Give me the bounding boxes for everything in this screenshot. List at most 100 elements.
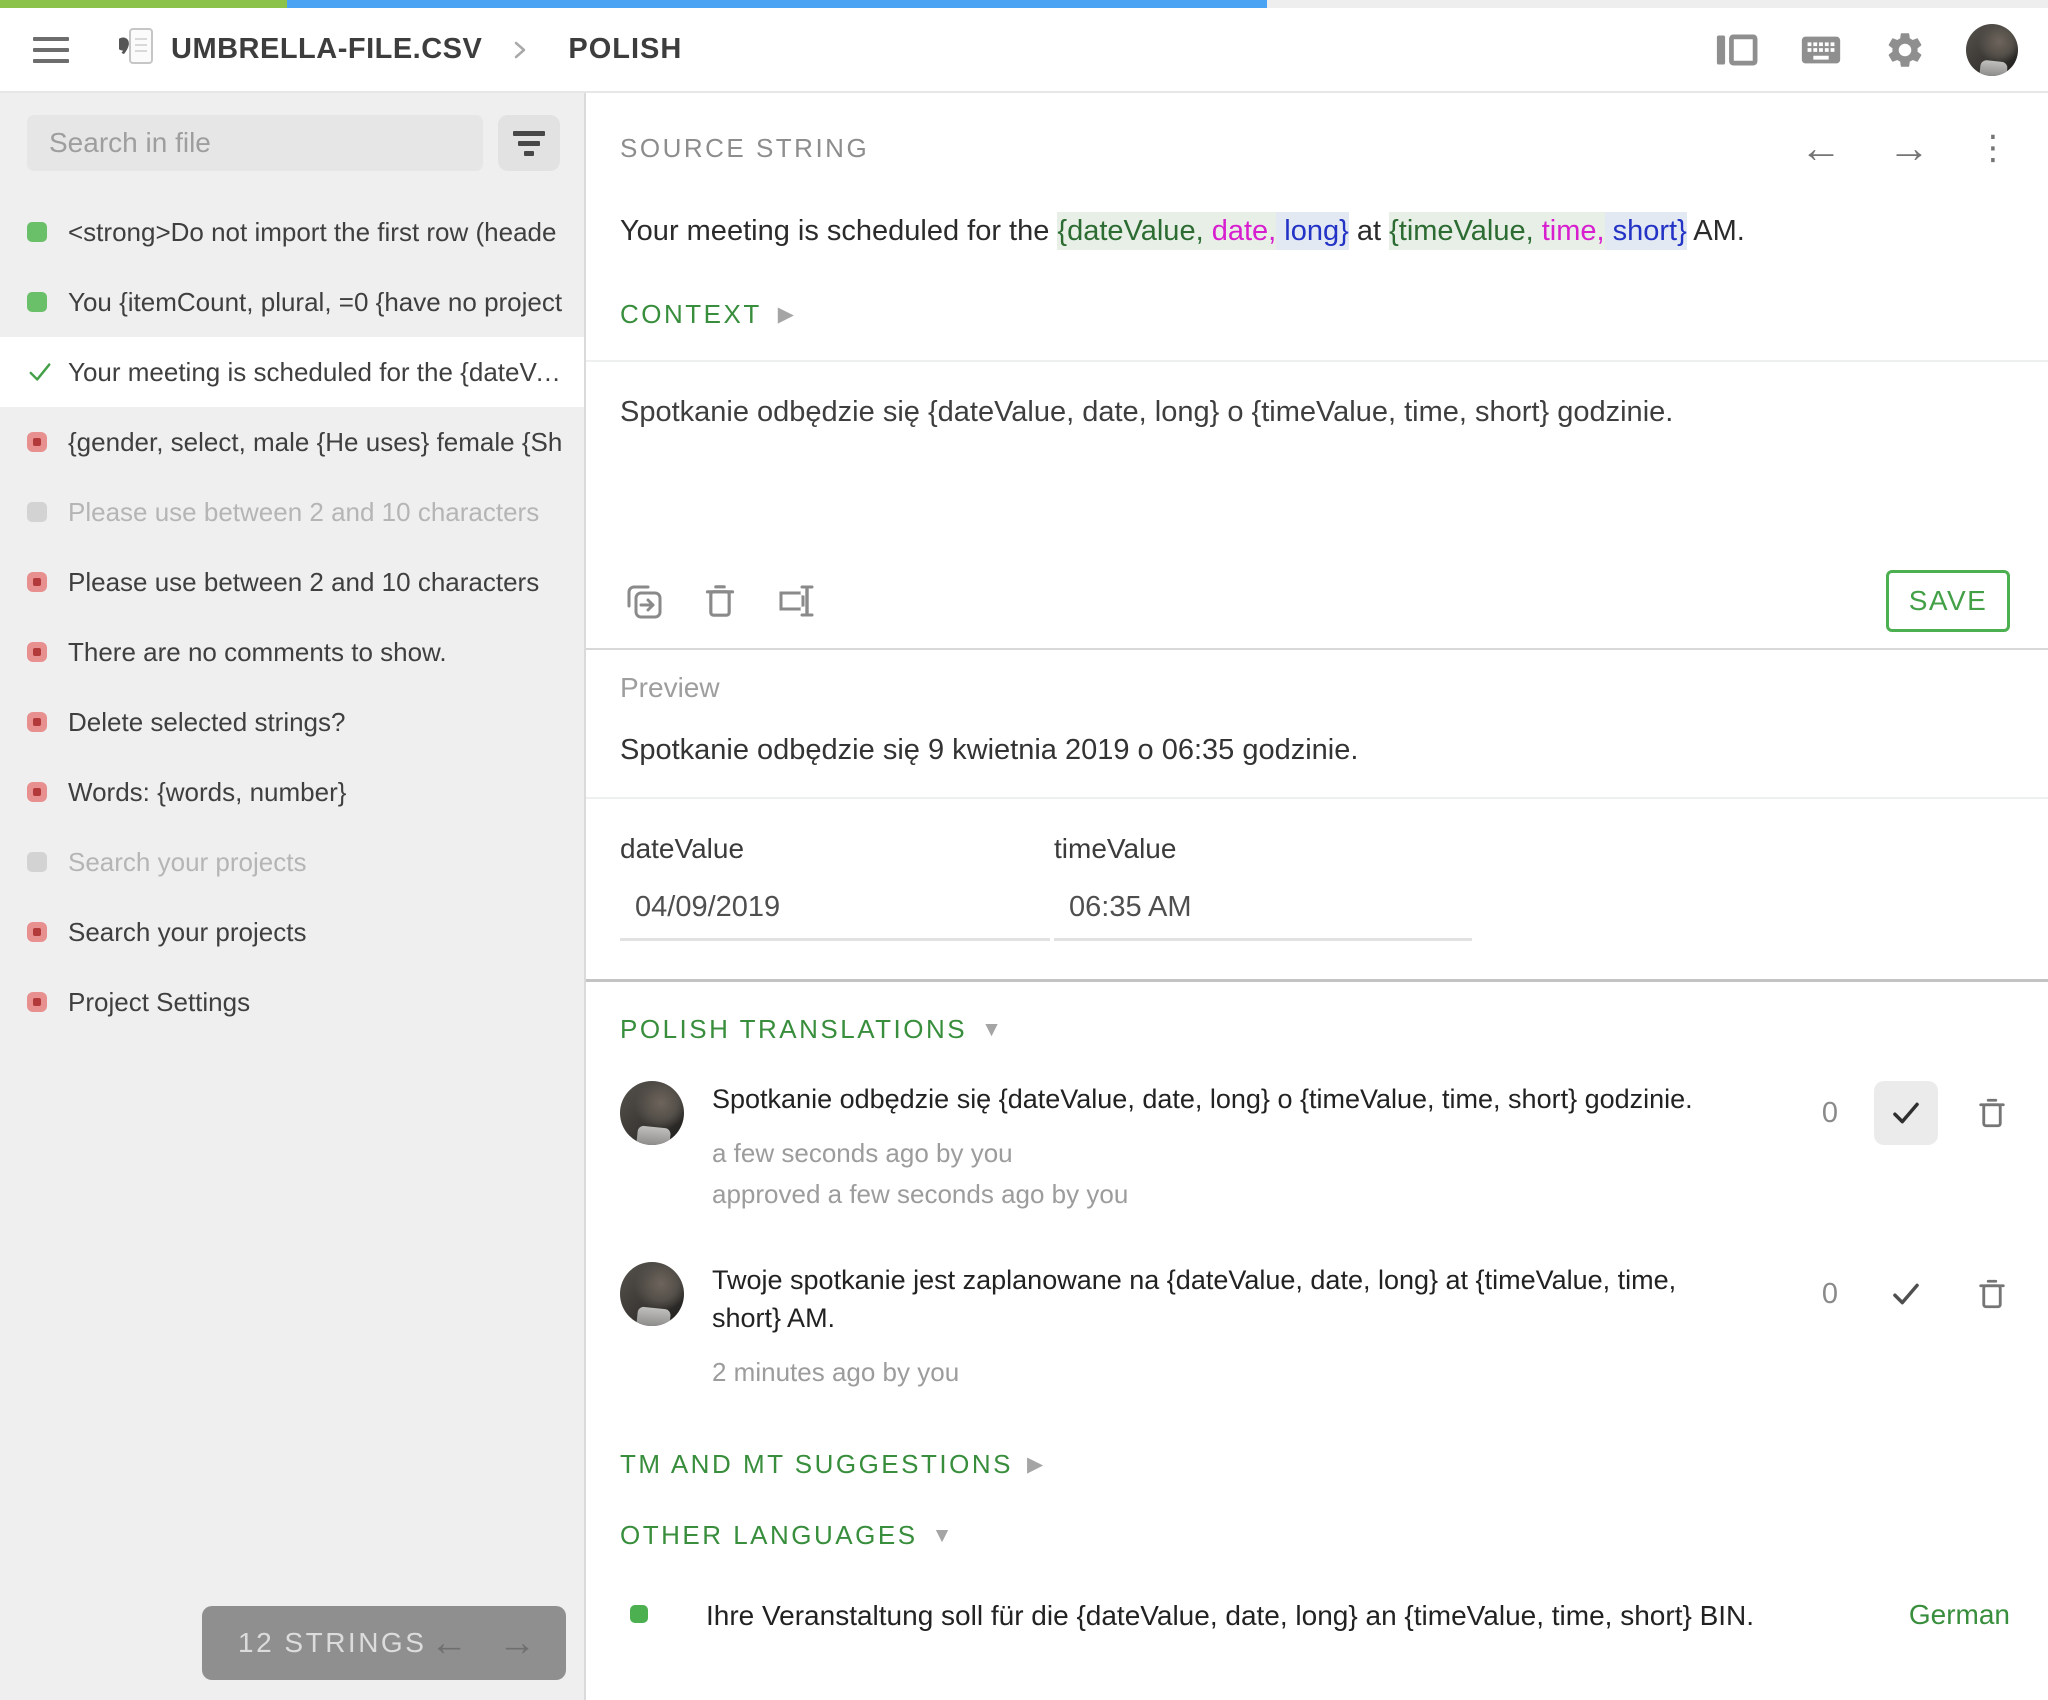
preview-text: Spotkanie odbędzie się 9 kwietnia 2019 o… — [620, 734, 2010, 767]
translator-avatar — [620, 1262, 684, 1326]
user-avatar[interactable] — [1966, 24, 2018, 76]
progress-segment-remaining — [1267, 0, 2048, 8]
string-item-label: {gender, select, male {He uses} female {… — [68, 427, 580, 458]
string-list: <strong>Do not import the first row (hea… — [0, 185, 584, 1700]
string-item-label: Words: {words, number} — [68, 777, 364, 808]
hamburger-menu-icon[interactable] — [33, 37, 69, 63]
search-row — [0, 93, 584, 185]
search-input[interactable] — [27, 115, 483, 171]
param-value-input[interactable]: 04/09/2019 — [620, 891, 1054, 924]
delete-translation-button[interactable] — [1974, 1093, 2010, 1136]
translation-text[interactable]: Spotkanie odbędzie się {dateValue, date,… — [712, 1081, 1732, 1119]
string-list-item[interactable]: Delete selected strings? — [0, 687, 584, 757]
translation-editor-textarea[interactable]: Spotkanie odbędzie się {dateValue, date,… — [620, 394, 2010, 432]
settings-gear-icon[interactable] — [1884, 29, 1926, 71]
other-languages-toggle[interactable]: OTHER LANGUAGES ▼ — [620, 1520, 2010, 1551]
save-button[interactable]: SAVE — [1886, 570, 2010, 632]
approve-translation-button[interactable] — [1874, 1081, 1938, 1145]
rename-string-button[interactable] — [772, 577, 820, 625]
rejected-red-status-icon — [27, 992, 53, 1012]
string-list-item[interactable]: <strong>Do not import the first row (hea… — [0, 197, 584, 267]
app-bar: UMBRELLA-FILE.CSV POLISH — [0, 8, 2048, 93]
string-list-item[interactable]: Your meeting is scheduled for the {dateV… — [0, 337, 584, 407]
divider — [586, 648, 2048, 650]
source-segment-type: time, — [1534, 212, 1605, 250]
prev-page-arrow-icon[interactable]: ← — [430, 1624, 468, 1662]
previous-string-arrow-icon[interactable]: ← — [1800, 127, 1842, 169]
string-count-pill: 12 STRINGS ← → — [202, 1606, 566, 1680]
translation-entry: Twoje spotkanie jest zaplanowane na {dat… — [620, 1262, 2010, 1393]
rejected-red-status-icon — [27, 782, 53, 802]
progress-segment-translated — [0, 0, 287, 8]
keyboard-shortcuts-icon[interactable] — [1798, 30, 1844, 70]
translations-section-toggle[interactable]: POLISH TRANSLATIONS ▼ — [620, 1014, 2010, 1045]
translated-green-status-icon — [27, 222, 53, 242]
breadcrumb-file-name[interactable]: UMBRELLA-FILE.CSV — [171, 33, 482, 66]
translation-entry-body: Twoje spotkanie jest zaplanowane na {dat… — [712, 1262, 1812, 1393]
delete-translation-button[interactable] — [1974, 1274, 2010, 1317]
next-page-arrow-icon[interactable]: → — [498, 1624, 536, 1662]
rejected-red-status-icon — [27, 432, 53, 452]
translated-green-status-icon — [630, 1605, 648, 1623]
string-item-label: You {itemCount, plural, =0 {have no proj… — [68, 287, 580, 318]
source-segment-var: {dateValue, — [1057, 212, 1203, 250]
approved-check-icon — [27, 360, 53, 384]
string-list-item[interactable]: Please use between 2 and 10 characters — [0, 477, 584, 547]
breadcrumb-language[interactable]: POLISH — [568, 33, 682, 66]
tm-suggestions-title: TM AND MT SUGGESTIONS — [620, 1449, 1013, 1480]
translated-green-status-icon — [27, 292, 53, 312]
clear-translation-button[interactable] — [696, 577, 744, 625]
other-language-entry[interactable]: Ihre Veranstaltung soll für die {dateVal… — [620, 1597, 2010, 1635]
source-segment-var: {timeValue, — [1389, 212, 1534, 250]
source-segment-type: date, — [1204, 212, 1277, 250]
string-item-label: Please use between 2 and 10 characters — [68, 567, 557, 598]
source-segment-plain: Your meeting is scheduled for the — [620, 215, 1057, 247]
translation-actions: 0 — [1822, 1262, 2010, 1393]
preview-params: dateValue04/09/2019timeValue 06:35 AM — [620, 833, 2010, 941]
string-list-item[interactable]: Words: {words, number} — [0, 757, 584, 827]
translation-meta-line: 2 minutes ago by you — [712, 1352, 1812, 1394]
translation-meta-line: a few seconds ago by you — [712, 1133, 1812, 1175]
other-language-name[interactable]: German — [1909, 1599, 2010, 1631]
rejected-red-status-icon — [27, 922, 53, 942]
string-list-item[interactable]: Please use between 2 and 10 characters — [0, 547, 584, 617]
csv-file-icon — [119, 25, 155, 74]
other-languages-collapse-triangle-icon: ▼ — [932, 1525, 953, 1546]
rejected-red-status-icon — [27, 572, 53, 592]
string-list-item[interactable]: {gender, select, male {He uses} female {… — [0, 407, 584, 477]
translation-text[interactable]: Twoje spotkanie jest zaplanowane na {dat… — [712, 1262, 1732, 1338]
translation-meta: a few seconds ago by youapproved a few s… — [712, 1133, 1812, 1216]
string-item-label: <strong>Do not import the first row (hea… — [68, 217, 574, 248]
chevron-right-icon — [512, 38, 528, 62]
source-segment-plain: at — [1349, 215, 1389, 247]
string-item-label: Search your projects — [68, 847, 324, 878]
context-toggle[interactable]: CONTEXT ▶ — [620, 299, 2010, 330]
string-list-item[interactable]: Project Settings — [0, 967, 584, 1037]
translation-meta: 2 minutes ago by you — [712, 1352, 1812, 1394]
editor-panel: SOURCE STRING ← → ⋮ Your meeting is sche… — [586, 93, 2048, 1700]
param-value-input[interactable]: 06:35 AM — [1054, 891, 1488, 924]
filter-button[interactable] — [498, 115, 560, 171]
copy-source-button[interactable] — [620, 577, 668, 625]
string-list-item[interactable]: There are no comments to show. — [0, 617, 584, 687]
untranslated-gray-status-icon — [27, 502, 53, 522]
string-list-item[interactable]: Search your projects — [0, 827, 584, 897]
file-progress-bar — [0, 0, 2048, 8]
context-expand-triangle-icon: ▶ — [778, 304, 794, 325]
string-list-item[interactable]: Search your projects — [0, 897, 584, 967]
next-string-arrow-icon[interactable]: → — [1888, 127, 1930, 169]
translation-meta-line: approved a few seconds ago by you — [712, 1174, 1812, 1216]
tm-suggestions-toggle[interactable]: TM AND MT SUGGESTIONS ▶ — [620, 1449, 2010, 1480]
divider — [586, 360, 2048, 362]
string-list-item[interactable]: You {itemCount, plural, =0 {have no proj… — [0, 267, 584, 337]
param-dateValue: dateValue04/09/2019 — [620, 833, 1054, 941]
param-name: timeValue — [1054, 833, 1488, 865]
translation-actions: 0 — [1822, 1081, 2010, 1216]
progress-segment-approved — [287, 0, 1267, 8]
more-options-kebab-icon[interactable]: ⋮ — [1976, 131, 2010, 165]
side-by-side-layout-icon[interactable] — [1714, 30, 1758, 70]
translator-avatar — [620, 1081, 684, 1145]
string-item-label: Project Settings — [68, 987, 268, 1018]
input-underline — [1054, 938, 1472, 941]
approve-translation-button[interactable] — [1874, 1262, 1938, 1326]
